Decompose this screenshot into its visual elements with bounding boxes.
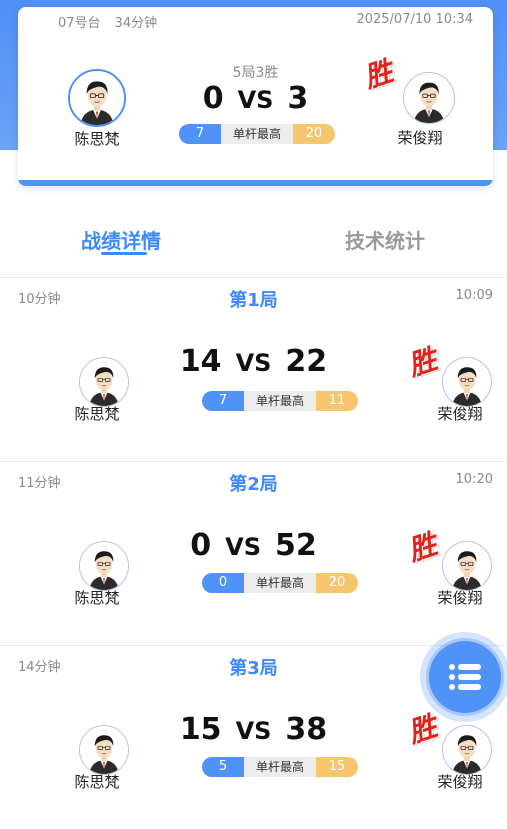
table-number: 07号台 [58,16,101,31]
avatar-right[interactable] [442,357,492,407]
game-time: 10:09 [455,288,493,303]
list-icon [449,664,481,690]
vs-label: VS [237,86,274,114]
card-accent-bar [18,180,493,186]
menu-fab-inner[interactable] [429,641,501,713]
game-card[interactable]: 10分钟 第1局 10:09 陈思梵 14 VS 22 7 单杆最高 11 胜 荣俊… [0,277,507,461]
player-right-name: 荣俊翔 [437,589,483,607]
high-break-right: 20 [293,124,335,144]
high-break-label: 单杆最高 [244,757,316,777]
vs-label: VS [225,533,261,561]
score-right: 3 [287,81,309,116]
player-right-name: 荣俊翔 [437,405,483,423]
game-title: 第1局 [229,290,278,311]
game-title: 第2局 [229,474,278,495]
player-right-name: 荣俊翔 [437,773,483,791]
score-left: 0 [202,81,224,116]
score-left: 0 [190,528,212,563]
score-right: 52 [274,528,317,563]
player-left-name: 陈思梵 [74,130,120,148]
tab-bar: 战绩详情 技术统计 [0,225,507,270]
tab-record[interactable]: 战绩详情 [81,225,161,254]
match-datetime: 2025/07/10 10:34 [356,12,473,27]
high-break-label: 单杆最高 [221,124,293,144]
vs-label: VS [235,717,272,745]
high-break-bar: 7 单杆最高 11 [202,391,358,411]
player-left-name: 陈思梵 [74,405,120,423]
high-break-left: 7 [179,124,221,144]
avatar-right[interactable] [403,72,455,124]
high-break-bar: 0 单杆最高 20 [202,573,358,593]
score-right: 22 [285,344,328,379]
high-break-label: 单杆最高 [244,573,316,593]
match-summary-card: 07号台 34分钟 2025/07/10 10:34 陈思梵 5局3胜 0 VS 3 … [18,7,493,186]
game-card[interactable]: 11分钟 第2局 10:20 陈思梵 0 VS 52 0 单杆最高 20 胜 荣俊翔 [0,461,507,645]
menu-fab-button[interactable] [420,632,507,722]
avatar-right[interactable] [442,725,492,775]
high-break-right: 15 [316,757,358,777]
high-break-bar: 7 单杆最高 20 [179,124,335,144]
high-break-bar: 5 单杆最高 15 [202,757,358,777]
score-right: 38 [285,712,328,747]
high-break-right: 20 [316,573,358,593]
player-left-name: 陈思梵 [74,589,120,607]
high-break-left: 5 [202,757,244,777]
match-meta: 07号台 34分钟 [58,12,157,31]
avatar-right[interactable] [442,541,492,591]
high-break-label: 单杆最高 [244,391,316,411]
high-break-right: 11 [316,391,358,411]
game-time: 10:20 [455,472,493,487]
high-break-left: 0 [202,573,244,593]
high-break-left: 7 [202,391,244,411]
tab-active-indicator [101,252,147,255]
vs-label: VS [235,349,272,377]
match-duration: 34分钟 [114,16,158,31]
tab-stats[interactable]: 技术统计 [345,225,425,254]
player-right-name: 荣俊翔 [397,129,443,147]
score-left: 14 [179,344,222,379]
player-left-name: 陈思梵 [74,773,120,791]
score-left: 15 [179,712,222,747]
